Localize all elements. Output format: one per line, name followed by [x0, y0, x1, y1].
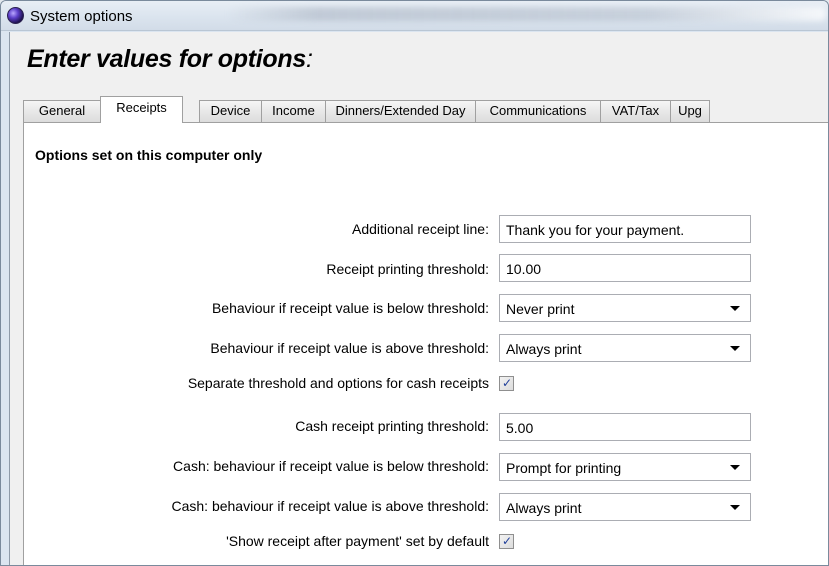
- show-receipt-label: 'Show receipt after payment' set by defa…: [226, 533, 489, 549]
- cash-below-threshold-select[interactable]: Prompt for printing: [499, 453, 751, 481]
- chevron-down-icon[interactable]: [730, 346, 740, 351]
- checkmark-icon: ✓: [502, 376, 513, 390]
- chevron-down-icon[interactable]: [730, 505, 740, 510]
- cash-below-threshold-value: Prompt for printing: [506, 460, 622, 476]
- show-receipt-checkbox[interactable]: ✓: [499, 534, 514, 549]
- separate-cash-checkbox[interactable]: ✓: [499, 376, 514, 391]
- cash-above-threshold-value: Always print: [506, 500, 582, 516]
- window-title: System options: [30, 8, 133, 25]
- tab-income[interactable]: Income: [261, 100, 326, 122]
- cash-threshold-label: Cash receipt printing threshold:: [295, 418, 489, 434]
- title-bar[interactable]: System options: [1, 1, 828, 31]
- tab-general[interactable]: General: [23, 100, 101, 122]
- tab-vat-tax[interactable]: VAT/Tax: [600, 100, 671, 122]
- tab-communications[interactable]: Communications: [475, 100, 601, 122]
- tab-receipts[interactable]: Receipts: [100, 96, 183, 123]
- below-threshold-select[interactable]: Never print: [499, 294, 751, 322]
- above-threshold-label: Behaviour if receipt value is above thre…: [210, 340, 489, 356]
- additional-receipt-line-input[interactable]: Thank you for your payment.: [499, 215, 751, 243]
- app-icon: [7, 7, 24, 24]
- chevron-down-icon[interactable]: [730, 465, 740, 470]
- additional-receipt-line-label: Additional receipt line:: [352, 221, 489, 237]
- page-heading-text: Enter values for options: [27, 45, 306, 73]
- section-title: Options set on this computer only: [35, 147, 263, 163]
- system-options-window: System options Enter values for options:…: [0, 0, 829, 566]
- background-window-titles: [226, 7, 826, 21]
- page-heading-colon: :: [305, 45, 313, 73]
- cash-below-threshold-label: Cash: behaviour if receipt value is belo…: [173, 458, 489, 474]
- page-heading: Enter values for options:: [27, 45, 313, 74]
- separate-cash-label: Separate threshold and options for cash …: [187, 375, 489, 391]
- above-threshold-select[interactable]: Always print: [499, 334, 751, 362]
- receipt-threshold-label: Receipt printing threshold:: [326, 261, 489, 277]
- checkmark-icon: ✓: [502, 534, 513, 548]
- cash-above-threshold-label: Cash: behaviour if receipt value is abov…: [171, 498, 489, 514]
- chevron-down-icon[interactable]: [730, 306, 740, 311]
- above-threshold-value: Always print: [506, 341, 582, 357]
- receipt-threshold-input[interactable]: 10.00: [499, 254, 751, 282]
- options-tabs: General Receipts Device Income Dinners/E…: [23, 96, 828, 123]
- cash-threshold-input[interactable]: 5.00: [499, 413, 751, 441]
- tab-device[interactable]: Device: [199, 100, 262, 122]
- below-threshold-label: Behaviour if receipt value is below thre…: [211, 300, 489, 316]
- below-threshold-value: Never print: [506, 301, 575, 317]
- tab-dinners-extended-day[interactable]: Dinners/Extended Day: [325, 100, 476, 122]
- tab-upgrade[interactable]: Upg: [670, 100, 710, 122]
- cash-above-threshold-select[interactable]: Always print: [499, 493, 751, 521]
